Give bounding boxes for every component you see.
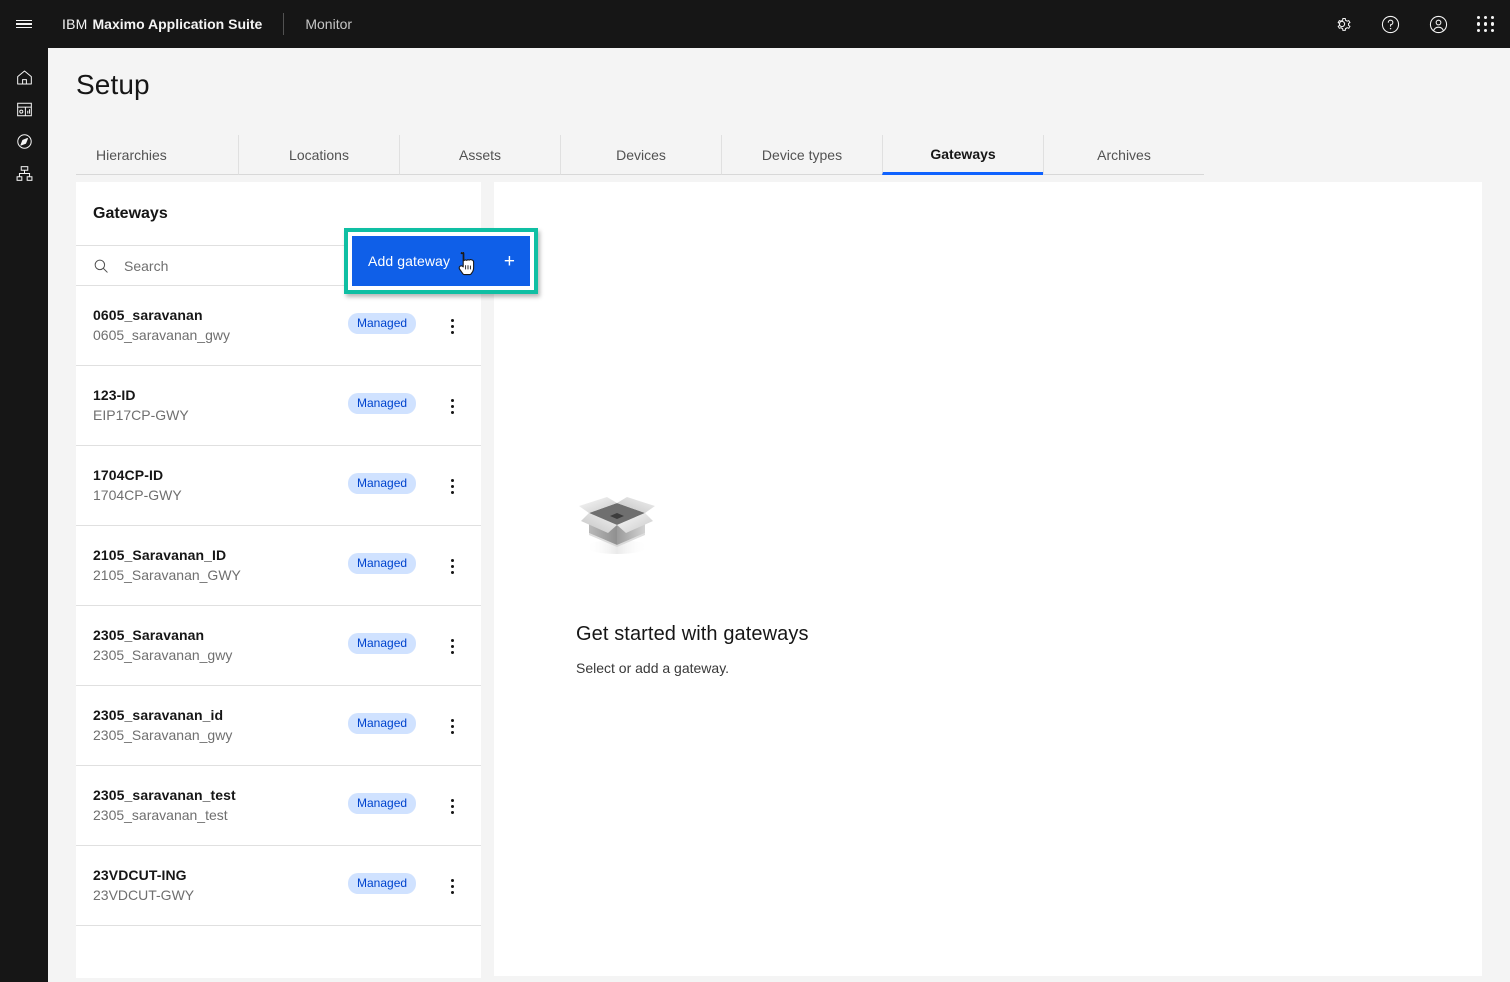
gateway-name: 23VDCUT-ING: [93, 867, 187, 883]
gateway-name: 0605_saravanan: [93, 307, 203, 323]
table-row[interactable]: 23VDCUT-ING 23VDCUT-GWY Managed: [76, 846, 481, 926]
dashboard-icon: [15, 100, 34, 124]
list-title: Gateways: [93, 204, 168, 222]
open-box-illustration-icon: [576, 483, 658, 559]
status-badge: Managed: [348, 313, 417, 334]
hamburger-menu-icon[interactable]: [0, 0, 48, 48]
overflow-menu-icon[interactable]: [440, 714, 464, 738]
table-row[interactable]: 2305_saravanan_id 2305_Saravanan_gwy Man…: [76, 686, 481, 766]
add-gateway-highlight-inner: Add gateway +: [348, 232, 534, 290]
gateway-id: EIP17CP-GWY: [93, 407, 189, 423]
tab-label: Hierarchies: [96, 146, 167, 163]
table-row[interactable]: 2105_Saravanan_ID 2105_Saravanan_GWY Man…: [76, 526, 481, 606]
status-badge: Managed: [348, 633, 417, 654]
tab-archives[interactable]: Archives: [1043, 135, 1204, 175]
gateway-detail-panel: Get started with gateways Select or add …: [494, 182, 1482, 976]
tab-label: Devices: [616, 146, 666, 163]
tab-label: Locations: [289, 146, 349, 163]
table-row[interactable]: 0605_saravanan 0605_saravanan_gwy Manage…: [76, 286, 481, 366]
status-badge: Managed: [348, 553, 417, 574]
gateway-name: 2305_saravanan_test: [93, 787, 236, 803]
sidebar-item-home[interactable]: [0, 64, 48, 96]
gateway-name: 123-ID: [93, 387, 136, 403]
global-header: IBM Maximo Application Suite Monitor: [0, 0, 1510, 48]
status-badge: Managed: [348, 873, 417, 894]
tab-label: Assets: [458, 146, 501, 163]
gateways-list-panel: Gateways 0605_saravanan 0605_saravanan_g…: [76, 182, 538, 978]
gateways-rows: 0605_saravanan 0605_saravanan_gwy Manage…: [76, 286, 481, 926]
overflow-menu-icon[interactable]: [440, 314, 464, 338]
status-badge: Managed: [348, 793, 417, 814]
gateway-id: 0605_saravanan_gwy: [93, 327, 230, 343]
gateway-name: 2305_saravanan_id: [93, 707, 224, 723]
table-row[interactable]: 1704CP-ID 1704CP-GWY Managed: [76, 446, 481, 526]
tab-assets[interactable]: Assets: [399, 135, 560, 175]
tab-locations[interactable]: Locations: [238, 135, 399, 175]
sidebar-item-explore[interactable]: [0, 128, 48, 160]
tab-bar: Hierarchies Locations Assets Devices Dev…: [76, 135, 1482, 175]
empty-state-title: Get started with gateways: [576, 622, 809, 645]
table-row[interactable]: 123-ID EIP17CP-GWY Managed: [76, 366, 481, 446]
brand-module[interactable]: Monitor: [305, 16, 352, 32]
gateway-name: 2305_Saravanan: [93, 627, 205, 643]
add-gateway-label: Add gateway: [368, 253, 451, 269]
gateway-name: 2105_Saravanan_ID: [93, 547, 227, 563]
user-avatar-icon[interactable]: [1414, 0, 1462, 48]
gateway-name: 1704CP-ID: [93, 467, 164, 483]
gateway-id: 23VDCUT-GWY: [93, 887, 195, 903]
overflow-menu-icon[interactable]: [440, 394, 464, 418]
gateway-id: 2305_Saravanan_gwy: [93, 647, 233, 663]
gateway-id: 1704CP-GWY: [93, 487, 182, 503]
overflow-menu-icon[interactable]: [440, 634, 464, 658]
tab-devices[interactable]: Devices: [560, 135, 721, 175]
status-badge: Managed: [348, 713, 417, 734]
overflow-menu-icon[interactable]: [440, 474, 464, 498]
tab-hierarchies[interactable]: Hierarchies: [76, 135, 238, 175]
tab-label: Archives: [1097, 146, 1151, 163]
brand-title: IBM Maximo Application Suite Monitor: [62, 13, 352, 35]
table-row[interactable]: 2305_Saravanan 2305_Saravanan_gwy Manage…: [76, 606, 481, 686]
status-badge: Managed: [348, 473, 417, 494]
overflow-menu-icon[interactable]: [440, 794, 464, 818]
gateway-id: 2305_saravanan_test: [93, 807, 228, 823]
page-title: Setup: [76, 69, 150, 100]
app-switcher-icon[interactable]: [1462, 0, 1510, 48]
hierarchy-icon: [15, 164, 34, 188]
left-nav-rail: [0, 48, 48, 982]
overflow-menu-icon[interactable]: [440, 874, 464, 898]
table-row[interactable]: 2305_saravanan_test 2305_saravanan_test …: [76, 766, 481, 846]
brand-divider: [283, 13, 285, 35]
sidebar-item-setup[interactable]: [0, 160, 48, 192]
gateway-id: 2105_Saravanan_GWY: [93, 567, 241, 583]
brand-suite: Maximo Application Suite: [92, 16, 263, 32]
tab-label: Device types: [761, 146, 843, 163]
header-actions: [1318, 0, 1510, 48]
status-badge: Managed: [348, 393, 417, 414]
tab-device-types[interactable]: Device types: [721, 135, 882, 175]
brand-ibm: IBM: [62, 16, 88, 32]
plus-icon: +: [503, 250, 515, 272]
add-gateway-highlight: Add gateway +: [344, 228, 538, 294]
tab-label: Gateways: [930, 145, 996, 162]
empty-state-subtitle: Select or add a gateway.: [576, 659, 730, 676]
explore-icon: [15, 132, 34, 156]
tab-gateways[interactable]: Gateways: [882, 135, 1043, 175]
search-icon: [92, 257, 110, 275]
help-icon[interactable]: [1366, 0, 1414, 48]
page-content: Setup Hierarchies Locations Assets Devic…: [48, 48, 1510, 982]
overflow-menu-icon[interactable]: [440, 554, 464, 578]
add-gateway-button[interactable]: Add gateway +: [352, 236, 530, 286]
gateway-id: 2305_Saravanan_gwy: [93, 727, 233, 743]
home-icon: [15, 68, 34, 92]
gear-icon[interactable]: [1318, 0, 1366, 48]
sidebar-item-dashboard[interactable]: [0, 96, 48, 128]
